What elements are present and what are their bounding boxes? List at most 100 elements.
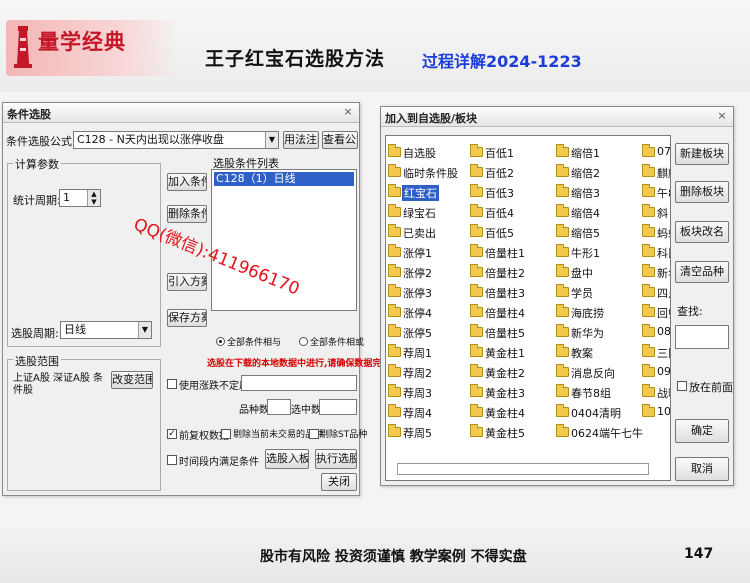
forward-rights-checkbox[interactable]: ✓ (167, 429, 177, 439)
chevron-down-icon[interactable]: ▼ (138, 322, 151, 338)
folder-icon (556, 324, 569, 337)
block-item-label: 荐周2 (403, 367, 432, 380)
radio-or[interactable] (299, 337, 308, 346)
find-input[interactable] (675, 325, 729, 349)
block-item-label: 斜 (657, 207, 668, 220)
block-item-label: 黄金柱2 (485, 367, 525, 380)
exclude-st-checkbox[interactable] (309, 429, 319, 439)
scope-group-title: 选股范围 (13, 353, 61, 369)
delete-condition-button[interactable]: 删除条件 (167, 205, 207, 223)
block-item-label: 黄金柱3 (485, 387, 525, 400)
block-item-label: 093 (657, 365, 670, 378)
folder-icon (642, 184, 655, 197)
block-item[interactable]: 麒麟 (642, 162, 670, 182)
formula-select[interactable]: C128 - N天内出现以涨停收盘 ▼ (73, 131, 279, 149)
add-condition-button[interactable]: 加入条件 (167, 173, 207, 191)
select-period-dropdown[interactable]: 日线 ▼ (60, 321, 152, 339)
fixed-period-field[interactable] (241, 375, 357, 391)
page-title: 王子红宝石选股方法 (205, 48, 386, 70)
folder-icon (388, 204, 401, 217)
close-icon[interactable]: × (341, 105, 355, 119)
use-fixed-period-checkbox[interactable] (167, 379, 177, 389)
block-item-label: 082 (657, 325, 670, 338)
block-item[interactable]: 093 (642, 362, 670, 382)
block-item-label: 消息反向 (571, 367, 615, 380)
block-item[interactable]: 科比 (642, 242, 670, 262)
block-item-label: 临时条件股 (403, 167, 458, 180)
block-item[interactable]: 082 (642, 322, 670, 342)
page-number: 147 (684, 546, 714, 562)
condition-list-item[interactable]: C128（1）日线 (214, 172, 354, 186)
ok-button[interactable]: 确定 (675, 419, 729, 443)
folder-icon (470, 344, 483, 357)
block-item[interactable]: 三阳 (642, 342, 670, 362)
folder-icon (470, 424, 483, 437)
folder-icon (556, 204, 569, 217)
close-icon[interactable]: × (715, 109, 729, 123)
folder-icon (388, 144, 401, 157)
block-item[interactable]: 102 (642, 402, 670, 422)
folder-icon (470, 264, 483, 277)
block-item-label: 春节8组 (571, 387, 611, 400)
block-item-label: 缩倍4 (571, 207, 600, 220)
close-button[interactable]: 关闭 (321, 473, 357, 491)
folder-icon (642, 244, 655, 257)
clear-button[interactable]: 清空品种 (675, 261, 729, 283)
chevron-down-icon[interactable]: ▼ (265, 132, 278, 148)
block-item-label: 缩倍1 (571, 147, 600, 160)
folder-icon (388, 324, 401, 337)
block-item[interactable]: 新年 (642, 262, 670, 282)
usage-button[interactable]: 用法注释 (283, 131, 319, 149)
block-item-label: 学员 (571, 287, 593, 300)
logo-text: 量学经典 (38, 29, 126, 54)
block-item[interactable]: 斜 (642, 202, 670, 222)
period-input[interactable]: 1 ▲ ▼ (59, 189, 101, 207)
block-item-label: 荐周5 (403, 427, 432, 440)
block-item[interactable]: 回归 (642, 302, 670, 322)
block-item-label: 荐周1 (403, 347, 432, 360)
block-item[interactable]: 蚂蚁 (642, 222, 670, 242)
time-range-checkbox[interactable] (167, 455, 177, 465)
block-item-label: 新年 (657, 267, 670, 280)
block-item[interactable]: 072 (642, 142, 670, 162)
block-item-label: 百低1 (485, 147, 514, 160)
block-item-label: 涨停5 (403, 327, 432, 340)
cancel-button[interactable]: 取消 (675, 457, 729, 481)
block-item-label: 荐周3 (403, 387, 432, 400)
block-item[interactable]: 战略 (642, 382, 670, 402)
rename-block-button[interactable]: 板块改名 (675, 221, 729, 243)
delete-block-button[interactable]: 删除板块 (675, 181, 729, 203)
block-item[interactable]: 午8 (642, 182, 670, 202)
block-item-label: 荐周4 (403, 407, 432, 420)
put-front-checkbox[interactable] (677, 381, 687, 391)
folder-icon (642, 264, 655, 277)
change-scope-button[interactable]: 改变范围 (111, 371, 153, 389)
folder-icon (388, 224, 401, 237)
save-plan-button[interactable]: 保存方案 (167, 309, 207, 327)
radio-and-label: 全部条件相与 (227, 338, 282, 348)
spinner-icon[interactable]: ▲ ▼ (87, 190, 100, 206)
execute-button[interactable]: 执行选股 (315, 449, 357, 469)
block-item-label: 倍量柱5 (485, 327, 525, 340)
selected-count-field (319, 399, 357, 415)
radio-and[interactable] (216, 337, 225, 346)
folder-icon (556, 164, 569, 177)
block-item-label: 黄金柱1 (485, 347, 525, 360)
folder-icon (470, 384, 483, 397)
block-item-label: 涨停1 (403, 247, 432, 260)
block-item-label: 百低5 (485, 227, 514, 240)
horizontal-scrollbar[interactable] (397, 463, 649, 475)
select-to-block-button[interactable]: 选股入板块 (265, 449, 309, 469)
folder-icon (388, 244, 401, 257)
view-formula-button[interactable]: 查看公式 (322, 131, 358, 149)
new-block-button[interactable]: 新建板块 (675, 143, 729, 165)
footer-text: 股市有风险 投资须谨慎 教学案例 不得实盘 (260, 549, 527, 565)
folder-icon (556, 304, 569, 317)
import-plan-button[interactable]: 引入方案 (167, 273, 207, 291)
block-item[interactable]: 四点 (642, 282, 670, 302)
period-value: 1 (63, 191, 70, 204)
put-front-label: 放在前面 (689, 381, 733, 394)
exclude-suspended-checkbox[interactable] (221, 429, 231, 439)
block-item-label: 新华为 (571, 327, 604, 340)
block-item-label: 102 (657, 405, 670, 418)
